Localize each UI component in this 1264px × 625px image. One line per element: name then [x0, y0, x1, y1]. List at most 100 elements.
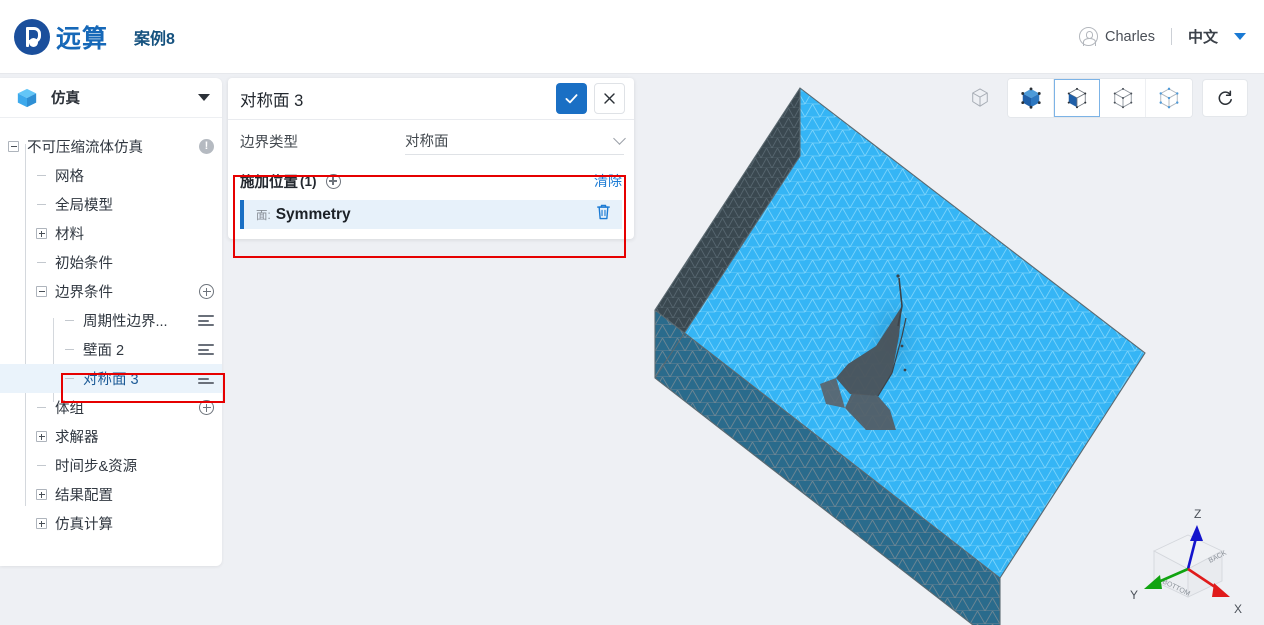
tree-item-1[interactable]: 网格 — [0, 161, 222, 190]
tree-item-label: 边界条件 — [55, 285, 113, 301]
trash-icon[interactable] — [595, 203, 612, 226]
panel-actions — [556, 83, 625, 114]
tree-item-3[interactable]: 材料 — [0, 219, 222, 248]
tree-item-10[interactable]: 求解器 — [0, 422, 222, 451]
close-icon — [604, 93, 615, 104]
plus-circle-icon[interactable] — [199, 284, 214, 299]
header-right: Charles 中文 — [1079, 26, 1246, 47]
yuansuan-logo-icon — [14, 18, 50, 55]
viewport-toolbar — [962, 78, 1248, 118]
tree-item-12[interactable]: 结果配置 — [0, 480, 222, 509]
tree-leaf-dash-icon — [64, 373, 75, 384]
reset-view-icon[interactable] — [1202, 79, 1248, 117]
wireframe-edges-cube-icon[interactable] — [1100, 79, 1146, 117]
list-lines-icon[interactable] — [198, 343, 214, 356]
list-lines-icon[interactable] — [198, 314, 214, 327]
tree-item-label: 不可压缩流体仿真 — [27, 140, 143, 156]
tree-leaf-dash-icon — [36, 199, 47, 210]
warning-icon-glyph: ! — [199, 139, 214, 154]
language-label[interactable]: 中文 — [1188, 26, 1218, 47]
tree-item-label: 初始条件 — [55, 256, 113, 272]
plus-circle-icon-glyph — [199, 400, 214, 415]
selected-face-kind: 面: — [256, 209, 271, 222]
apply-location-count: (1) — [300, 173, 317, 189]
wireframe-cube-icon[interactable] — [962, 80, 998, 116]
tree-item-label: 求解器 — [55, 430, 99, 446]
cancel-button[interactable] — [594, 83, 625, 114]
simulation-tree: 不可压缩流体仿真! 网格 全局模型 材料 初始条件 边界条件 周期性边界... 壁面 2 对称面… — [0, 118, 222, 538]
axis-y-label: Y — [1130, 588, 1138, 602]
sidebar-header-label: 仿真 — [51, 91, 80, 107]
apply-location-block: 施加位置 (1) 清除 面: Symmetry — [228, 162, 634, 229]
tree-item-0[interactable]: 不可压缩流体仿真! — [0, 132, 222, 161]
axis-z-label: Z — [1194, 507, 1201, 521]
tree-item-label: 时间步&资源 — [55, 459, 138, 475]
apply-location-label: 施加位置 — [240, 174, 298, 191]
expand-plus-icon[interactable] — [36, 431, 47, 442]
sidebar: 仿真 不可压缩流体仿真! 网格 全局模型 材料 初始条件 边界条件 周期性边界... 壁面 2… — [0, 78, 222, 566]
tree-item-label: 体组 — [55, 401, 84, 417]
brand[interactable]: 远算 — [14, 18, 109, 55]
boundary-type-select[interactable]: 对称面 — [405, 127, 626, 155]
boundary-type-label: 边界类型 — [240, 134, 298, 151]
list-lines-icon-glyph — [198, 343, 214, 356]
expand-plus-icon[interactable] — [36, 228, 47, 239]
list-lines-icon[interactable] — [198, 372, 214, 385]
collapse-minus-icon[interactable] — [36, 286, 47, 297]
case-title: 案例8 — [134, 30, 175, 48]
tree-item-6[interactable]: 周期性边界... — [0, 306, 222, 335]
tree-item-9[interactable]: 体组 — [0, 393, 222, 422]
app-header: 远算 案例8 Charles 中文 — [0, 0, 1264, 74]
check-icon — [565, 94, 578, 104]
chevron-down-icon — [613, 132, 626, 145]
tree-item-label: 仿真计算 — [55, 517, 113, 533]
selected-face-name: Symmetry — [275, 205, 351, 223]
selected-face-item[interactable]: 面: Symmetry — [240, 200, 622, 229]
tree-item-label: 材料 — [55, 227, 84, 243]
user-circle-icon — [1079, 27, 1099, 47]
collapse-minus-icon[interactable] — [8, 141, 19, 152]
clear-button[interactable]: 清除 — [594, 171, 622, 191]
expand-plus-icon[interactable] — [36, 518, 47, 529]
confirm-button[interactable] — [556, 83, 587, 114]
tree-item-13[interactable]: 仿真计算 — [0, 509, 222, 538]
tree-item-label: 对称面 3 — [83, 372, 139, 388]
tree-item-4[interactable]: 初始条件 — [0, 248, 222, 277]
tree-item-label: 结果配置 — [55, 488, 113, 504]
viewport-3d[interactable]: BACK BOTTOM Z Y X — [640, 78, 1264, 625]
caret-down-icon[interactable] — [1234, 33, 1246, 40]
solid-shaded-cube-icon[interactable] — [1008, 79, 1054, 117]
header-divider — [1170, 28, 1172, 45]
list-lines-icon-glyph — [198, 314, 214, 327]
triangle-down-icon[interactable] — [198, 94, 210, 101]
expand-plus-icon[interactable] — [36, 489, 47, 500]
sidebar-header[interactable]: 仿真 — [0, 78, 222, 118]
tree-item-11[interactable]: 时间步&资源 — [0, 451, 222, 480]
tree-item-label: 全局模型 — [55, 198, 113, 214]
user-menu[interactable]: Charles — [1079, 27, 1155, 47]
view-mode-group — [1007, 78, 1193, 118]
list-lines-icon-glyph — [198, 372, 214, 385]
axis-orientation-widget[interactable]: BACK BOTTOM Z Y X — [1126, 501, 1250, 619]
tree-leaf-dash-icon — [36, 170, 47, 181]
tree-item-label: 壁面 2 — [83, 343, 125, 359]
cube-icon — [17, 88, 37, 107]
tree-item-5[interactable]: 边界条件 — [0, 277, 222, 306]
user-name: Charles — [1105, 28, 1155, 45]
plus-circle-icon[interactable] — [199, 400, 214, 415]
panel-title: 对称面 3 — [240, 91, 304, 110]
tree-item-2[interactable]: 全局模型 — [0, 190, 222, 219]
tree-item-7[interactable]: 壁面 2 — [0, 335, 222, 364]
boundary-condition-panel: 对称面 3 边界类型 对称面 施加位置 (1) 清除 面: Symmetry — [228, 78, 634, 239]
warning-icon: ! — [199, 139, 214, 154]
plus-circle-icon[interactable] — [325, 173, 341, 189]
panel-header: 对称面 3 — [228, 78, 634, 120]
shaded-edges-cube-icon[interactable] — [1054, 79, 1100, 117]
tree-leaf-dash-icon — [64, 315, 75, 326]
tree-leaf-dash-icon — [36, 257, 47, 268]
tree-item-8[interactable]: 对称面 3 — [0, 364, 222, 393]
plus-circle-icon-glyph — [199, 284, 214, 299]
points-cube-icon[interactable] — [1146, 79, 1192, 117]
logo-text: 远算 — [56, 24, 109, 53]
tree-leaf-dash-icon — [64, 344, 75, 355]
